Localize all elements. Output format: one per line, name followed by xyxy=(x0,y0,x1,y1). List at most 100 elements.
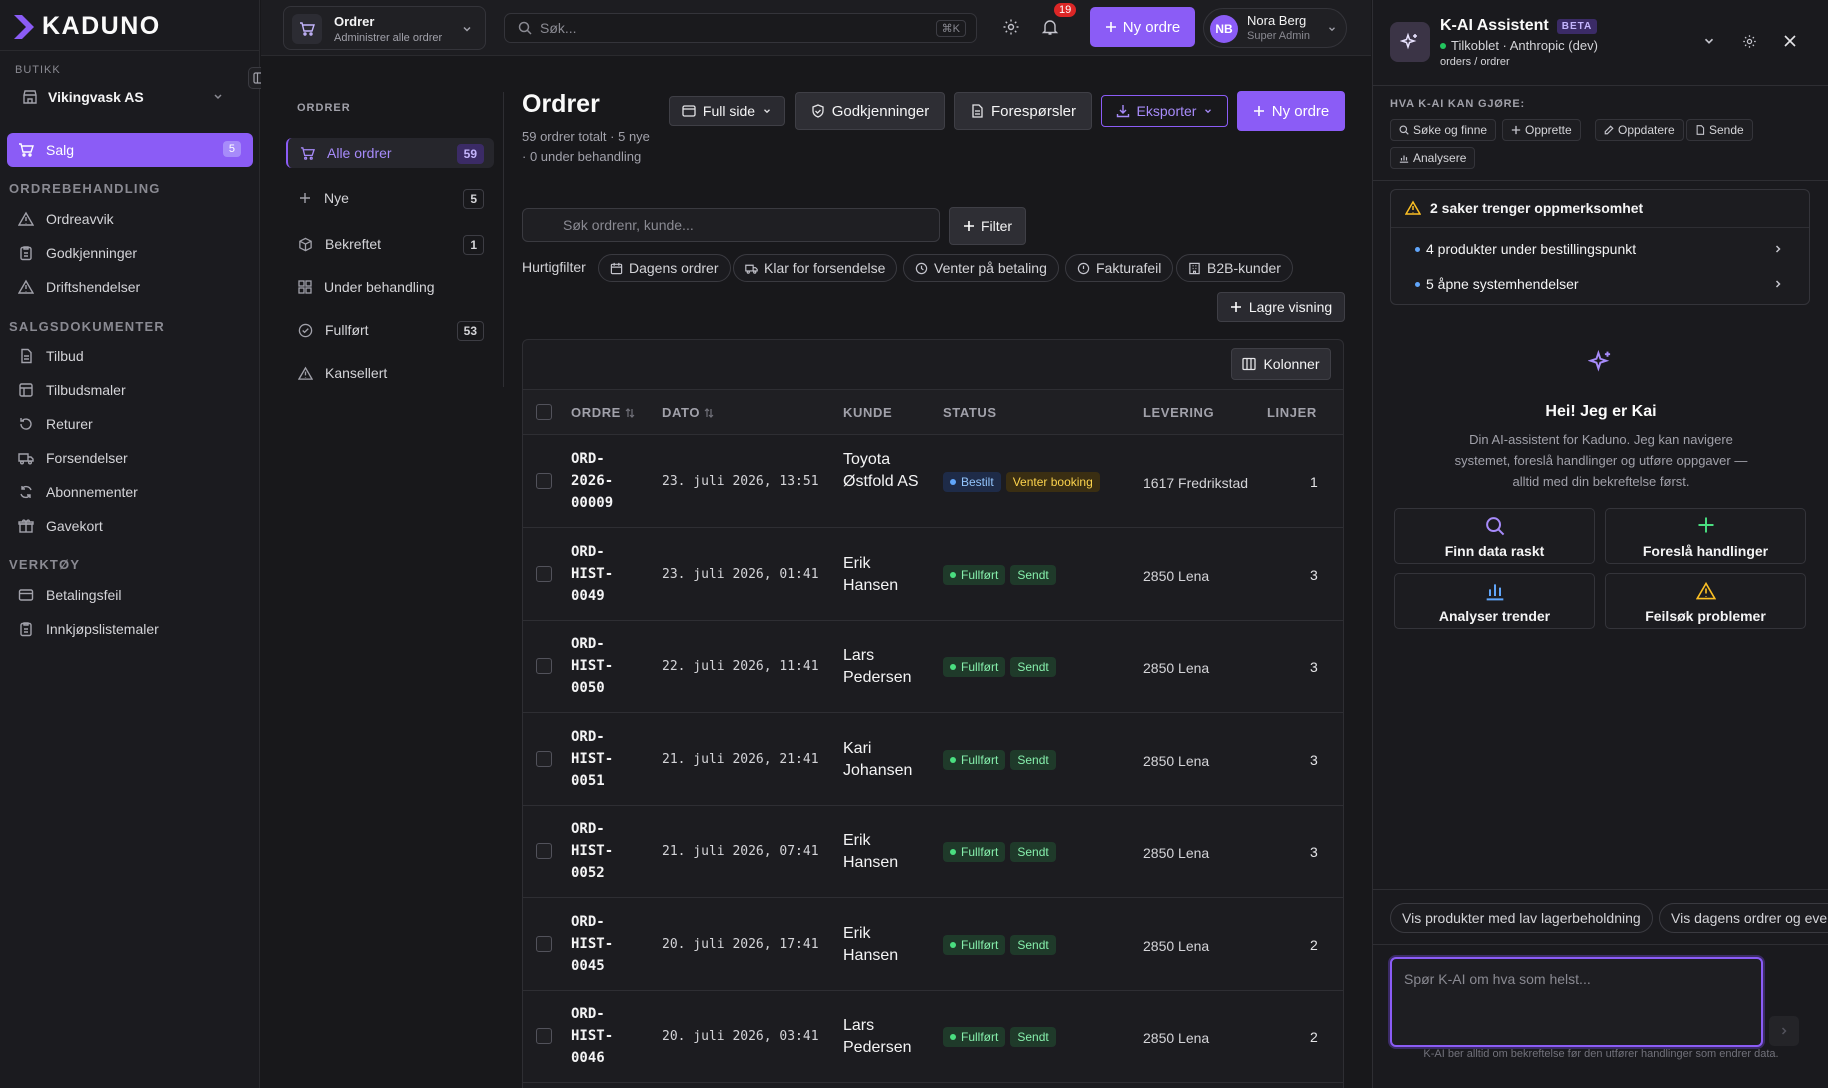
quick-filter-b2b-kunder[interactable]: B2B-kunder xyxy=(1176,254,1293,282)
full-page-button[interactable]: Full side xyxy=(669,96,785,126)
sparkle-icon xyxy=(1588,349,1611,372)
sidebar-section-title: ORDREBEHANDLING xyxy=(9,181,161,196)
requests-button[interactable]: Forespørsler xyxy=(954,92,1092,130)
order-nav-count: 53 xyxy=(456,321,484,341)
new-order-button-main[interactable]: Ny ordre xyxy=(1237,91,1345,131)
sidebar-section-title: SALGSDOKUMENTER xyxy=(9,319,165,334)
capability-create[interactable]: Opprette xyxy=(1502,119,1581,141)
global-search-input[interactable]: Søk... ⌘K xyxy=(504,13,977,43)
order-nav-item-under-behandling[interactable]: Under behandling xyxy=(286,272,494,302)
capability-send[interactable]: Sende xyxy=(1686,119,1753,141)
save-view-button[interactable]: Lagre visning xyxy=(1217,292,1345,322)
alert-circle-icon xyxy=(1077,262,1090,274)
export-button[interactable]: Eksporter xyxy=(1101,95,1228,127)
user-name: Nora Berg xyxy=(1247,13,1307,28)
capability-search[interactable]: Søke og finne xyxy=(1390,119,1497,141)
sidebar-item-returer[interactable]: Returer xyxy=(18,412,93,436)
sidebar-item-innkjopslistemaler[interactable]: Innkjøpslistemaler xyxy=(18,617,159,641)
order-number[interactable]: ORD- 2026- 00009 xyxy=(571,448,613,514)
order-number[interactable]: ORD- HIST- 0046 xyxy=(571,1003,613,1069)
new-order-button[interactable]: Ny ordre xyxy=(1090,7,1195,47)
column-header-dato[interactable]: DATO xyxy=(662,405,714,420)
sidebar-item-abonnementer[interactable]: Abonnementer xyxy=(18,480,138,504)
order-number[interactable]: ORD- HIST- 0051 xyxy=(571,726,613,792)
table-row[interactable]: ORD- HIST- 0045 20. juli 2026, 17:41 Erik … xyxy=(523,899,1343,991)
order-nav-item-alle-ordrer[interactable]: Alle ordrer 59 xyxy=(286,138,494,168)
row-checkbox[interactable] xyxy=(536,843,552,859)
attention-item[interactable]: 4 produkter under bestillingspunkt xyxy=(1415,241,1785,257)
sidebar-item-tilbudsmaler[interactable]: Tilbudsmaler xyxy=(18,378,126,402)
store-selector[interactable]: Vikingvask AS xyxy=(8,82,236,112)
approvals-button[interactable]: Godkjenninger xyxy=(795,92,945,130)
sidebar-item-driftshendelser[interactable]: Driftshendelser xyxy=(18,275,140,299)
row-checkbox[interactable] xyxy=(536,935,552,952)
chevron-right-icon[interactable] xyxy=(1773,244,1783,254)
sidebar-item-tilbud[interactable]: Tilbud xyxy=(18,344,84,368)
module-selector[interactable]: Ordrer Administrer alle ordrer xyxy=(283,6,486,50)
capability-update[interactable]: Oppdatere xyxy=(1595,119,1684,141)
truck-icon xyxy=(18,453,34,465)
row-checkbox[interactable] xyxy=(536,658,552,674)
brand-logo[interactable]: KADUNO xyxy=(14,12,161,41)
row-checkbox[interactable] xyxy=(536,473,552,489)
row-checkbox[interactable] xyxy=(536,565,552,582)
chevron-down-icon[interactable] xyxy=(1702,34,1716,48)
columns-button[interactable]: Kolonner xyxy=(1231,348,1331,380)
filter-button[interactable]: Filter xyxy=(949,207,1026,245)
attention-item[interactable]: 5 åpne systemhendelser xyxy=(1415,276,1785,292)
action-suggest-button[interactable]: Foreslå handlinger xyxy=(1605,508,1806,564)
gift-icon xyxy=(18,519,34,533)
order-nav-item-bekreftet[interactable]: Bekreftet 1 xyxy=(286,229,494,259)
chevron-right-icon[interactable] xyxy=(1773,279,1783,289)
capability-label: Søke og finne xyxy=(1413,123,1488,137)
ai-prompt-input[interactable]: Spør K-AI om hva som helst... xyxy=(1390,957,1763,1047)
action-find-data-button[interactable]: Finn data raskt xyxy=(1394,508,1595,564)
table-row[interactable]: ORD- HIST- 0049 23. juli 2026, 01:41 Erik … xyxy=(523,529,1343,621)
cart-icon xyxy=(300,146,315,160)
column-header-ordre[interactable]: ORDRE xyxy=(571,405,635,420)
order-number[interactable]: ORD- HIST- 0050 xyxy=(571,633,613,699)
quick-filter-dagens-ordrer[interactable]: Dagens ordrer xyxy=(598,254,731,282)
capability-analyze[interactable]: Analysere xyxy=(1390,147,1476,169)
quick-filter-venter-pa-betaling[interactable]: Venter på betaling xyxy=(903,254,1059,282)
sidebar-item-godkjenninger[interactable]: Godkjenninger xyxy=(18,241,137,265)
line-count: 2 xyxy=(1310,1029,1318,1045)
sidebar-item-ordreavvik[interactable]: Ordreavvik xyxy=(18,207,114,231)
table-row[interactable]: ORD- HIST- 0052 21. juli 2026, 07:41 Erik … xyxy=(523,806,1343,898)
table-row[interactable]: ORD- HIST- 0046 20. juli 2026, 03:41 Lars … xyxy=(523,991,1343,1083)
order-search-placeholder: Søk ordrenr, kunde... xyxy=(563,217,694,233)
quick-filter-fakturafeil[interactable]: Fakturafeil xyxy=(1065,254,1174,282)
ai-prompt-placeholder: Spør K-AI om hva som helst... xyxy=(1404,971,1591,987)
sidebar-item-forsendelser[interactable]: Forsendelser xyxy=(18,446,128,470)
order-search-input[interactable]: Søk ordrenr, kunde... xyxy=(522,208,940,242)
row-checkbox[interactable] xyxy=(536,750,552,767)
chevron-down-icon xyxy=(764,109,771,114)
gear-icon[interactable] xyxy=(1742,34,1757,49)
quick-filter-klar-for-forsendelse[interactable]: Klar for forsendelse xyxy=(733,254,898,282)
close-icon[interactable] xyxy=(1783,34,1797,48)
sidebar-item-gavekort[interactable]: Gavekort xyxy=(18,514,103,538)
row-checkbox[interactable] xyxy=(536,1028,552,1044)
order-number[interactable]: ORD- HIST- 0049 xyxy=(571,541,613,607)
sidebar-item-salg[interactable]: Salg 5 xyxy=(7,133,253,167)
table-row[interactable]: ORD- HIST- 0051 21. juli 2026, 21:41 Kari … xyxy=(523,714,1343,806)
gear-icon[interactable] xyxy=(1002,18,1020,36)
order-nav-item-fullfort[interactable]: Fullført 53 xyxy=(286,315,494,345)
status-dot xyxy=(950,571,956,578)
user-menu[interactable]: NB Nora Berg Super Admin xyxy=(1203,8,1347,48)
select-all-checkbox[interactable] xyxy=(536,404,552,420)
table-row[interactable]: ORD- HIST- 0050 22. juli 2026, 11:41 Lars … xyxy=(523,621,1343,713)
suggestion-chip[interactable]: Vis dagens ordrer og eventuelle avvik xyxy=(1659,903,1828,933)
table-row[interactable]: ORD- 2026- 00009 23. juli 2026, 13:51 Toyo… xyxy=(523,436,1343,528)
bell-icon[interactable] xyxy=(1041,18,1059,36)
customer-name: Erik Hansen xyxy=(843,924,899,964)
suggestion-chip[interactable]: Vis produkter med lav lagerbeholdning xyxy=(1390,903,1653,933)
action-troubleshoot-button[interactable]: Feilsøk problemer xyxy=(1605,573,1806,629)
order-number[interactable]: ORD- HIST- 0045 xyxy=(571,911,613,977)
order-nav-item-kansellert[interactable]: Kansellert xyxy=(286,358,494,388)
order-number[interactable]: ORD- HIST- 0052 xyxy=(571,818,613,884)
send-button[interactable] xyxy=(1769,1016,1799,1046)
order-nav-item-nye[interactable]: Nye 5 xyxy=(286,183,494,213)
sidebar-item-betalingsfeil[interactable]: Betalingsfeil xyxy=(18,583,122,607)
action-analyze-button[interactable]: Analyser trender xyxy=(1394,573,1595,629)
